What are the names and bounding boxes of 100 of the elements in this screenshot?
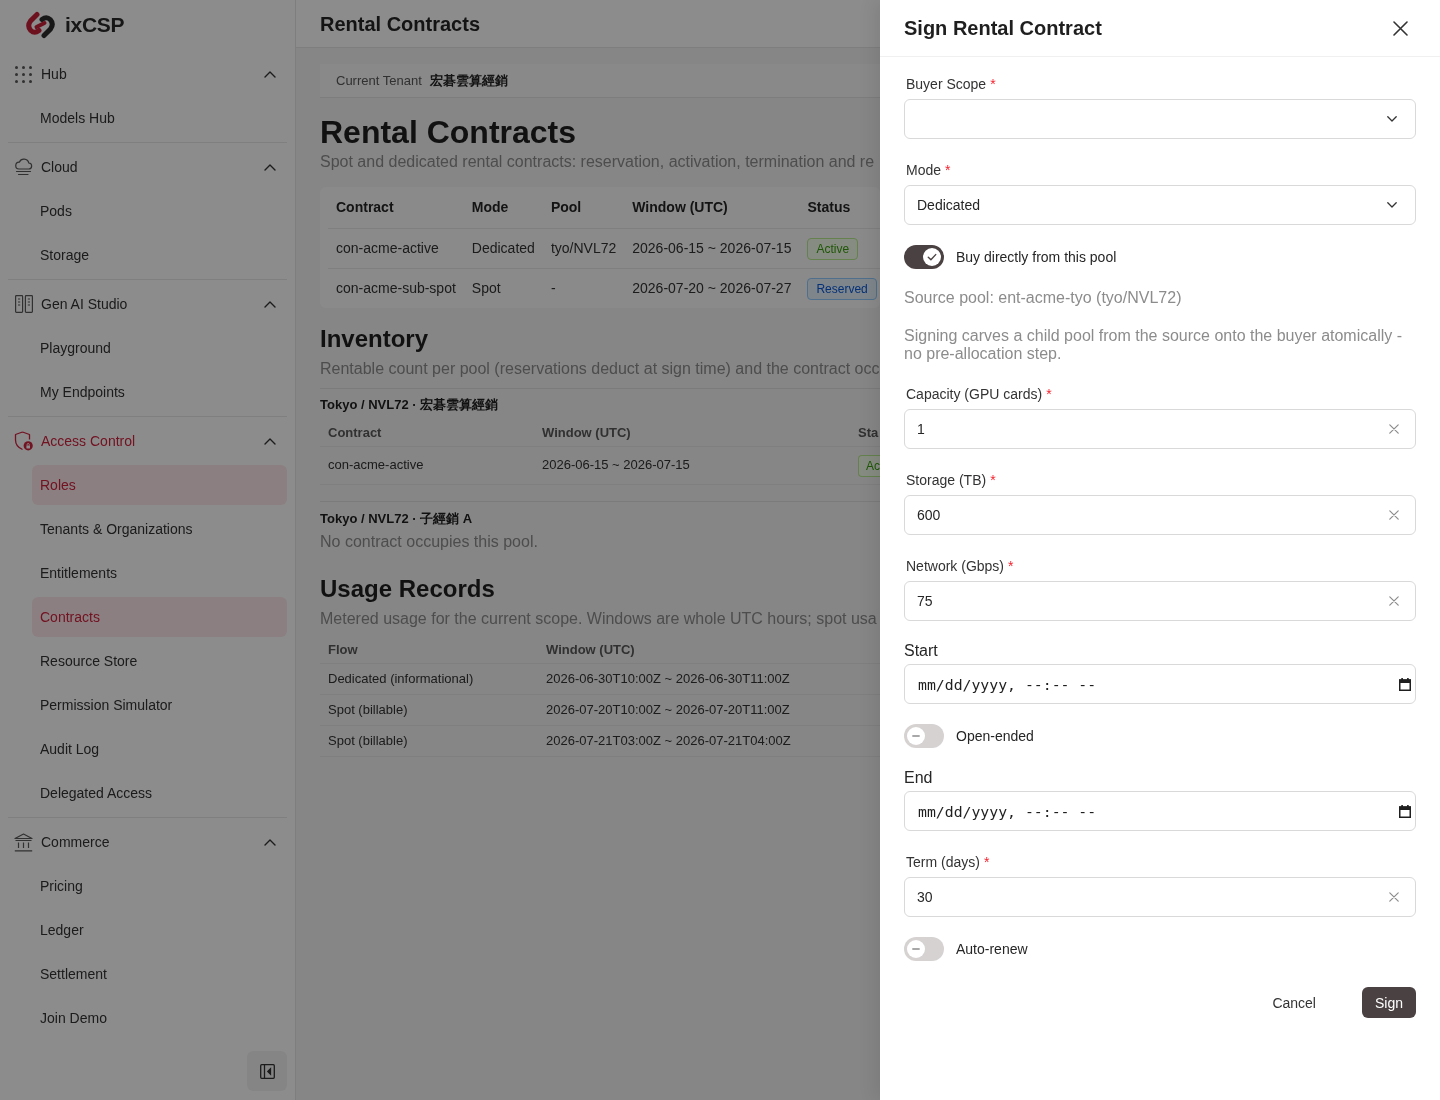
logo-icon bbox=[24, 11, 57, 39]
sidebar-item[interactable]: Ledger bbox=[32, 910, 287, 950]
sidebar-item[interactable]: Storage bbox=[32, 235, 287, 275]
column-header: Window (UTC) bbox=[624, 187, 800, 228]
table-cell: Spot (billable) bbox=[320, 694, 538, 726]
sidebar-group-toggle[interactable]: Gen AI Studio bbox=[8, 282, 287, 326]
table-cell: 2026-06-15 ~ 2026-07-15 bbox=[624, 228, 800, 268]
sidebar-group-toggle[interactable]: Hub bbox=[8, 52, 287, 96]
column-header: Flow bbox=[320, 636, 538, 664]
sidebar-item[interactable]: Roles bbox=[32, 465, 287, 505]
sidebar-group-toggle[interactable]: Commerce bbox=[8, 820, 287, 864]
tenant-label: Current Tenant bbox=[336, 71, 422, 90]
required-mark: * bbox=[983, 853, 990, 872]
column-header: Contract bbox=[328, 187, 464, 228]
input-field[interactable]: 600 bbox=[904, 495, 1416, 535]
table-cell: Dedicated (informational) bbox=[320, 663, 538, 695]
section-title: Inventory bbox=[320, 324, 430, 354]
page-title: Rental Contracts bbox=[320, 114, 578, 150]
column-header: Contract bbox=[320, 420, 534, 446]
select-field[interactable] bbox=[904, 99, 1416, 139]
note-text: Signing carves a child pool from the source onto the buyer atomically - no pre-allocation step. bbox=[904, 327, 1404, 363]
switch-label: Open-ended bbox=[956, 727, 1034, 746]
bank-icon bbox=[14, 832, 33, 852]
required-mark: * bbox=[990, 471, 996, 490]
toggle-switch[interactable] bbox=[904, 937, 944, 961]
toggle-switch[interactable] bbox=[904, 724, 944, 748]
sidebar-item[interactable]: Join Demo bbox=[32, 998, 287, 1038]
sidebar-item[interactable]: Delegated Access bbox=[32, 773, 287, 813]
sidebar-item[interactable]: Models Hub bbox=[32, 98, 287, 138]
note-text: Source pool: ent-acme-tyo (tyo/NVL72) bbox=[904, 289, 1183, 307]
toggle-switch[interactable] bbox=[904, 245, 944, 269]
column-header: Pool bbox=[542, 187, 625, 228]
datetime-field[interactable]: mm/dd/yyyy, --:-- -- bbox=[904, 664, 1416, 704]
chevron-down-icon bbox=[1387, 202, 1397, 208]
sidebar-item[interactable]: Permission Simulator bbox=[32, 685, 287, 725]
minus-icon bbox=[907, 940, 925, 958]
sidebar-item[interactable]: Entitlements bbox=[32, 553, 287, 593]
dim-overlay[interactable] bbox=[0, 0, 880, 1100]
table-cell: con-acme-sub-spot bbox=[328, 268, 464, 308]
input-field[interactable]: 75 bbox=[904, 581, 1416, 621]
select-field[interactable]: Dedicated bbox=[904, 185, 1416, 225]
section-subtitle: Metered usage for the current scope. Windows are whole UTC hours; spot usa bbox=[320, 608, 878, 629]
column-header: Mode bbox=[463, 187, 543, 228]
table-cell: Dedicated bbox=[463, 228, 543, 268]
panel-collapse-icon bbox=[259, 1063, 275, 1079]
table-cell: tyo/NVL72 bbox=[542, 228, 625, 268]
required-mark: * bbox=[990, 75, 996, 94]
drawer-title: Sign Rental Contract bbox=[904, 16, 1102, 41]
field-label: Term (days) bbox=[906, 853, 980, 872]
required-mark: * bbox=[1008, 557, 1014, 576]
table-cell: 2026-07-20 ~ 2026-07-27 bbox=[624, 268, 800, 308]
sidebar-item[interactable]: Audit Log bbox=[32, 729, 287, 769]
input-field[interactable]: 1 bbox=[904, 409, 1416, 449]
table-cell: 2026-06-30T10:00Z ~ 2026-06-30T11:00Z bbox=[538, 663, 880, 695]
column-header: Window (UTC) bbox=[538, 636, 880, 664]
clear-icon bbox=[1389, 596, 1399, 606]
cancel-button[interactable]: Cancel bbox=[1256, 987, 1332, 1018]
minus-icon bbox=[907, 727, 925, 745]
check-icon bbox=[923, 248, 941, 266]
status-badge: Reserved bbox=[807, 278, 877, 301]
pool-title: Tokyo / NVL72 · 宏碁雲算經銷 bbox=[320, 396, 500, 414]
sidebar-group-toggle[interactable]: Cloud bbox=[8, 145, 287, 189]
logo-text: ixCSP bbox=[65, 12, 125, 39]
datetime-field[interactable]: mm/dd/yyyy, --:-- -- bbox=[904, 791, 1416, 831]
input-field[interactable]: 30 bbox=[904, 877, 1416, 917]
sidebar-item[interactable]: My Endpoints bbox=[32, 372, 287, 412]
dot-grid-icon bbox=[15, 65, 32, 83]
table-cell: con-acme-active bbox=[328, 228, 464, 268]
field-label: Storage (TB) bbox=[906, 471, 987, 490]
table-cell: 2026-06-15 ~ 2026-07-15 bbox=[534, 446, 850, 484]
sidebar-item[interactable]: Pricing bbox=[32, 866, 287, 906]
table-cell: - bbox=[542, 268, 625, 308]
pool-title: Tokyo / NVL72 · 子經銷 A bbox=[320, 509, 474, 528]
switch-label: Auto-renew bbox=[956, 940, 1028, 959]
sidebar-group-toggle[interactable]: Access Control bbox=[8, 419, 287, 463]
page-subtitle: Spot and dedicated rental contracts: reservation, activation, termination and re bbox=[320, 152, 876, 172]
panels-icon bbox=[14, 295, 33, 313]
field-label: End bbox=[904, 768, 933, 788]
calendar-icon bbox=[1399, 805, 1411, 818]
sidebar-item[interactable]: Tenants & Organizations bbox=[32, 509, 287, 549]
tenant-name: 宏碁雲算經銷 bbox=[429, 71, 508, 90]
table-cell: 2026-07-21T03:00Z ~ 2026-07-21T04:00Z bbox=[538, 725, 880, 757]
shield-lock-icon bbox=[14, 431, 33, 451]
chevron-down-icon bbox=[1387, 116, 1397, 122]
sidebar-item[interactable]: Resource Store bbox=[32, 641, 287, 681]
cloud-icon bbox=[14, 158, 33, 176]
header-title: Rental Contracts bbox=[320, 11, 481, 37]
sidebar-item[interactable]: Contracts bbox=[32, 597, 287, 637]
sidebar-item[interactable]: Playground bbox=[32, 328, 287, 368]
required-mark: * bbox=[945, 161, 951, 180]
field-label: Network (Gbps) bbox=[906, 557, 1005, 576]
submit-button[interactable]: Sign bbox=[1361, 987, 1416, 1018]
table-cell: Spot (billable) bbox=[320, 725, 538, 757]
collapse-sidebar-button[interactable] bbox=[247, 1051, 287, 1091]
empty-text: No contract occupies this pool. bbox=[320, 531, 539, 552]
sidebar-item[interactable]: Pods bbox=[32, 191, 287, 231]
status-badge: Active bbox=[807, 238, 859, 260]
clear-icon bbox=[1389, 510, 1399, 520]
sidebar-item[interactable]: Settlement bbox=[32, 954, 287, 994]
field-label: Capacity (GPU cards) bbox=[906, 385, 1043, 404]
